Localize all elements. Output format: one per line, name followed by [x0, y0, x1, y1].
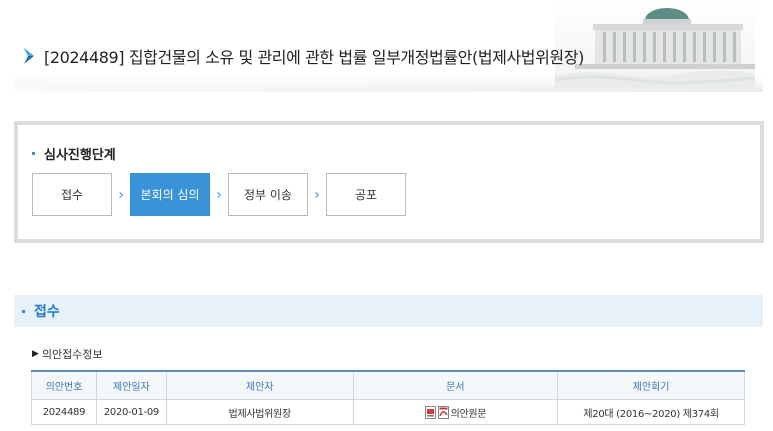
proposal-date-cell: 2020-01-09: [95, 399, 167, 425]
pdf-file-icon[interactable]: [437, 405, 449, 419]
proposer-cell: 법제사법위원장: [165, 399, 354, 425]
document-link[interactable]: 의안원문: [451, 405, 487, 420]
stage-step-plenary: 본회의 심의: [130, 173, 210, 216]
bill-info-table: 의안번호 제안일자 제안자 문서 제안회기 2024489 2020-01-09…: [31, 370, 745, 425]
subsection-title: 의안접수정보: [41, 348, 103, 361]
bill-title: [2024489] 집합건물의 소유 및 관리에 관한 법률 일부개정법률안(법…: [44, 48, 584, 67]
assembly-building-image: [555, 0, 755, 88]
document-cell: 의안원문: [352, 399, 559, 425]
page-header: [2024489] 집합건물의 소유 및 관리에 관한 법률 일부개정법률안(법…: [14, 0, 763, 92]
stage-steps: 접수 › 본회의 심의 › 정부 이송 › 공포: [32, 173, 406, 216]
review-stage-panel: 심사진행단계 접수 › 본회의 심의 › 정부 이송 › 공포: [14, 121, 764, 243]
column-header: 제안일자: [95, 370, 167, 400]
session-cell: 제20대 (2016~2020) 제374회: [557, 399, 745, 425]
bill-title-row: [2024489] 집합건물의 소유 및 관리에 관한 법률 일부개정법률안(법…: [22, 44, 584, 68]
chevron-right-icon: [24, 48, 34, 64]
stage-step-promulgation: 공포: [326, 173, 406, 216]
subsection-heading: ▶ 의안접수정보: [32, 346, 103, 362]
table-header-row: 의안번호 제안일자 제안자 문서 제안회기: [31, 370, 745, 400]
chevron-right-icon: ›: [118, 186, 124, 203]
bullet-icon: [32, 152, 35, 155]
column-header: 의안번호: [31, 370, 97, 400]
triangle-right-icon: ▶: [32, 349, 39, 359]
table-row: 2024489 2020-01-09 법제사법위원장 의안원문 제20대 (20…: [31, 399, 745, 425]
column-header: 문서: [352, 370, 559, 400]
hwp-file-icon[interactable]: [424, 405, 436, 419]
column-header: 제안자: [165, 370, 354, 400]
stage-step-transfer: 정부 이송: [228, 173, 308, 216]
bullet-icon: [22, 309, 25, 313]
chevron-right-icon: ›: [314, 186, 320, 203]
section-title: 접수: [34, 304, 60, 320]
column-header: 제안회기: [557, 370, 745, 400]
bill-number-cell: 2024489: [31, 399, 97, 425]
stage-heading-text: 심사진행단계: [44, 148, 116, 163]
section-heading-received: 접수: [14, 295, 763, 327]
stage-step-received: 접수: [32, 173, 112, 216]
stage-heading: 심사진행단계: [32, 144, 116, 163]
chevron-right-icon: ›: [216, 186, 222, 203]
